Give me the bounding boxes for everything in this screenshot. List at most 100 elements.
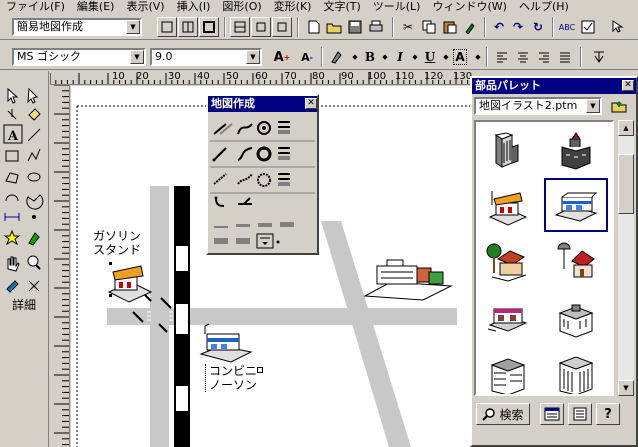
undo-icon[interactable]: ↶ bbox=[489, 17, 509, 37]
grid-button[interactable] bbox=[230, 17, 250, 37]
font-name-select[interactable]: MS ゴシック ▼ bbox=[12, 48, 146, 66]
spellcheck-icon[interactable]: ABC bbox=[557, 17, 577, 37]
parts-scrollbar[interactable]: ▲ ▼ bbox=[618, 120, 634, 396]
part-gas-station[interactable] bbox=[476, 178, 540, 232]
palette-view-button[interactable] bbox=[540, 403, 564, 425]
rail-width-icon[interactable] bbox=[278, 147, 290, 160]
menu-window[interactable]: ウィンドウ(W) bbox=[426, 0, 512, 14]
style-select[interactable]: 簡易地図作成 ▼ bbox=[12, 18, 142, 36]
parts-tool-icon[interactable] bbox=[28, 232, 40, 246]
justify-icon[interactable] bbox=[555, 47, 575, 67]
track-loop-icon[interactable] bbox=[257, 173, 271, 187]
save-disk-icon[interactable] bbox=[345, 17, 365, 37]
chevron-down-icon[interactable]: ▼ bbox=[126, 20, 140, 34]
part-skyscraper[interactable] bbox=[476, 122, 540, 176]
chevron-down-icon[interactable]: ▼ bbox=[586, 99, 600, 113]
part-restaurant[interactable] bbox=[476, 234, 540, 288]
menu-text[interactable]: 文字(T) bbox=[317, 0, 366, 14]
align-center-icon[interactable] bbox=[513, 47, 533, 67]
vertical-text-icon[interactable] bbox=[589, 47, 609, 67]
menu-help[interactable]: ヘルプ(H) bbox=[513, 0, 575, 14]
point-tool-icon[interactable] bbox=[32, 215, 36, 219]
roundabout-icon[interactable] bbox=[257, 121, 271, 135]
rail-loop-icon[interactable] bbox=[256, 146, 272, 162]
part-house[interactable] bbox=[544, 234, 608, 288]
close-icon[interactable]: ✕ bbox=[622, 80, 634, 91]
layout-split-button[interactable] bbox=[178, 17, 198, 37]
link-tool-icon[interactable] bbox=[28, 280, 40, 292]
chevron-down-icon[interactable]: ◆ bbox=[468, 47, 488, 67]
pie-tool-icon[interactable] bbox=[26, 194, 44, 210]
font-grow-icon[interactable]: A + bbox=[272, 47, 292, 67]
page-button[interactable] bbox=[251, 17, 271, 37]
dimension-tool-icon[interactable] bbox=[4, 213, 20, 221]
open-palette-icon[interactable] bbox=[608, 96, 630, 116]
polyline-tool-icon[interactable] bbox=[27, 148, 41, 162]
scroll-thumb[interactable] bbox=[618, 154, 634, 214]
rotate-select-icon[interactable] bbox=[27, 87, 38, 104]
text-handle[interactable] bbox=[257, 367, 263, 373]
part-office-building[interactable] bbox=[544, 290, 608, 344]
palette-file-select[interactable]: 地図イラスト2.ptm ▼ bbox=[474, 97, 602, 115]
select-arrow-icon[interactable] bbox=[7, 87, 19, 104]
part-shop[interactable] bbox=[476, 290, 540, 344]
track-dash-icon[interactable] bbox=[213, 173, 227, 185]
menu-transform[interactable]: 変形(K) bbox=[268, 0, 318, 14]
palette-list-button[interactable] bbox=[568, 403, 592, 425]
menu-file[interactable]: ファイル(F) bbox=[0, 0, 71, 14]
line-style-dropdown-icon[interactable] bbox=[256, 233, 280, 249]
junction-icon[interactable] bbox=[214, 196, 225, 207]
menu-shape[interactable]: 図形(O) bbox=[216, 0, 267, 14]
menu-insert[interactable]: 挿入(I) bbox=[171, 0, 217, 14]
parts-palette-titlebar[interactable]: 部品パレット bbox=[472, 78, 636, 94]
copy-icon[interactable] bbox=[419, 17, 439, 37]
scroll-up-icon[interactable]: ▲ bbox=[618, 120, 634, 136]
node-edit-icon[interactable] bbox=[7, 109, 17, 120]
line-style-3-icon[interactable] bbox=[258, 223, 272, 227]
star-tool-icon[interactable] bbox=[3, 229, 21, 246]
track-width-icon[interactable] bbox=[278, 173, 290, 186]
menu-edit[interactable]: 編集(E) bbox=[71, 0, 121, 14]
line-style-4-icon[interactable] bbox=[280, 222, 294, 227]
chevron-down-icon[interactable]: ▼ bbox=[246, 50, 260, 64]
align-right-icon[interactable] bbox=[534, 47, 554, 67]
hand-tool-icon[interactable] bbox=[7, 256, 20, 272]
ellipse-tool-icon[interactable] bbox=[27, 172, 41, 182]
scroll-down-icon[interactable]: ▼ bbox=[618, 380, 634, 396]
box-button[interactable] bbox=[272, 17, 292, 37]
format-painter-icon[interactable] bbox=[460, 17, 480, 37]
font-shrink-icon[interactable]: A- bbox=[297, 47, 317, 67]
line-style-5-icon[interactable] bbox=[214, 238, 228, 244]
line-tool-icon[interactable] bbox=[27, 128, 41, 142]
part-tower-building[interactable] bbox=[544, 346, 608, 394]
menu-view[interactable]: 表示(V) bbox=[120, 0, 170, 14]
repeat-icon[interactable]: ↻ bbox=[528, 17, 548, 37]
part-apartment[interactable] bbox=[476, 346, 540, 394]
line-style-6-icon[interactable] bbox=[236, 238, 250, 244]
rail-curve-icon[interactable] bbox=[237, 147, 253, 161]
cut-icon[interactable]: ✂ bbox=[398, 17, 418, 37]
search-button[interactable]: 検索 bbox=[476, 403, 530, 425]
part-dark-building[interactable] bbox=[544, 122, 608, 176]
redo-icon[interactable]: ↷ bbox=[508, 17, 528, 37]
eyedropper-tool-icon[interactable] bbox=[6, 280, 19, 293]
polygon-tool-icon[interactable] bbox=[5, 172, 19, 184]
layout-full-button[interactable] bbox=[157, 17, 177, 37]
eraser-icon[interactable] bbox=[28, 108, 41, 121]
part-convenience-store[interactable] bbox=[544, 178, 608, 232]
print-icon[interactable] bbox=[366, 17, 386, 37]
menu-tools[interactable]: ツール(L) bbox=[367, 0, 427, 14]
rectangle-tool-icon[interactable] bbox=[5, 150, 19, 162]
new-file-icon[interactable] bbox=[304, 17, 324, 37]
checkbox-icon[interactable] bbox=[578, 17, 598, 37]
paste-icon[interactable] bbox=[440, 17, 460, 37]
highlight-icon[interactable]: A bbox=[450, 47, 470, 67]
road-width-icon[interactable] bbox=[278, 121, 290, 134]
text-color-icon[interactable] bbox=[327, 47, 347, 67]
track-curve-icon[interactable] bbox=[237, 173, 253, 185]
layout-frame-button[interactable] bbox=[199, 17, 219, 37]
open-folder-icon[interactable] bbox=[324, 17, 344, 37]
road-single-line-icon[interactable] bbox=[213, 123, 233, 135]
text-tool-icon[interactable]: A bbox=[3, 124, 23, 144]
zoom-tool-icon[interactable] bbox=[27, 255, 41, 270]
